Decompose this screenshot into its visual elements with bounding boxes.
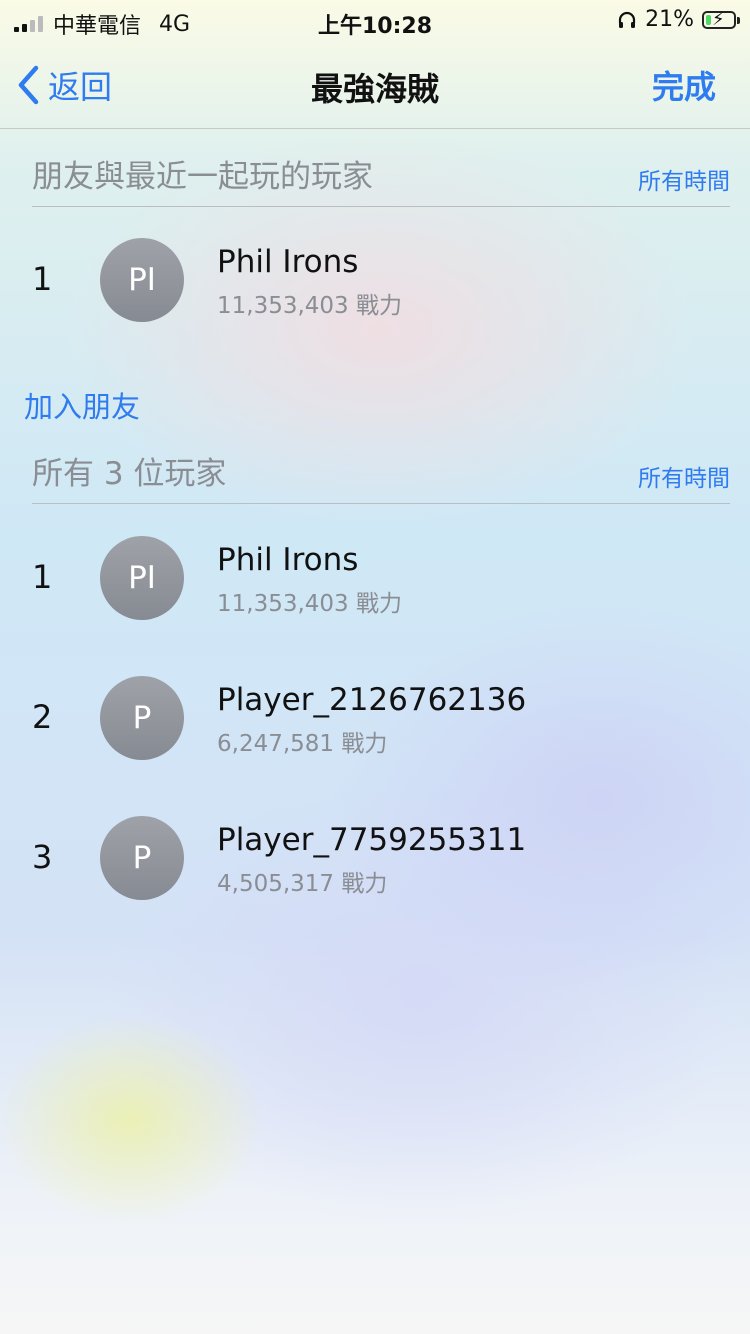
avatar: P (100, 676, 184, 760)
navigation-bar: 返回 最強海賊 完成 (0, 40, 750, 129)
player-rank: 2 (32, 698, 53, 736)
battery-icon: ⚡ (702, 9, 740, 30)
friends-section-header: 朋友與最近一起玩的玩家 所有時間 (32, 156, 730, 207)
status-bar: 中華電信 4G 上午10:28 21% ⚡ (0, 0, 750, 40)
leaderboard-row[interactable]: 1 PI Phil Irons 11,353,403 戰力 (0, 220, 750, 340)
time-filter-button[interactable]: 所有時間 (638, 162, 730, 196)
page-title: 最強海賊 (310, 70, 439, 108)
section-title: 所有 3 位玩家 (32, 456, 227, 492)
avatar: PI (100, 536, 184, 620)
done-button[interactable]: 完成 (652, 62, 716, 108)
all-players-section-header: 所有 3 位玩家 所有時間 (32, 453, 730, 504)
time-filter-button[interactable]: 所有時間 (638, 459, 730, 493)
add-friend-button[interactable]: 加入朋友 (24, 384, 140, 426)
leaderboard-row[interactable]: 1 PI Phil Irons 11,353,403 戰力 (0, 518, 750, 638)
player-name: Phil Irons (217, 542, 359, 578)
player-rank: 1 (32, 260, 53, 298)
avatar: PI (100, 238, 184, 322)
player-score: 4,505,317 戰力 (217, 871, 388, 897)
player-rank: 3 (32, 838, 53, 876)
headphones-icon (618, 11, 636, 28)
avatar: P (100, 816, 184, 900)
player-score: 11,353,403 戰力 (217, 293, 402, 319)
status-right: 21% ⚡ (617, 7, 740, 32)
battery-percent: 21% (645, 7, 694, 32)
player-name: Player_2126762136 (217, 682, 527, 718)
player-score: 6,247,581 戰力 (217, 731, 388, 757)
leaderboard-row[interactable]: 3 P Player_7759255311 4,505,317 戰力 (0, 798, 750, 918)
section-title: 朋友與最近一起玩的玩家 (32, 159, 373, 195)
player-rank: 1 (32, 558, 53, 596)
player-score: 11,353,403 戰力 (217, 591, 402, 617)
leaderboard-row[interactable]: 2 P Player_2126762136 6,247,581 戰力 (0, 658, 750, 778)
player-name: Phil Irons (217, 244, 359, 280)
player-name: Player_7759255311 (217, 822, 527, 858)
